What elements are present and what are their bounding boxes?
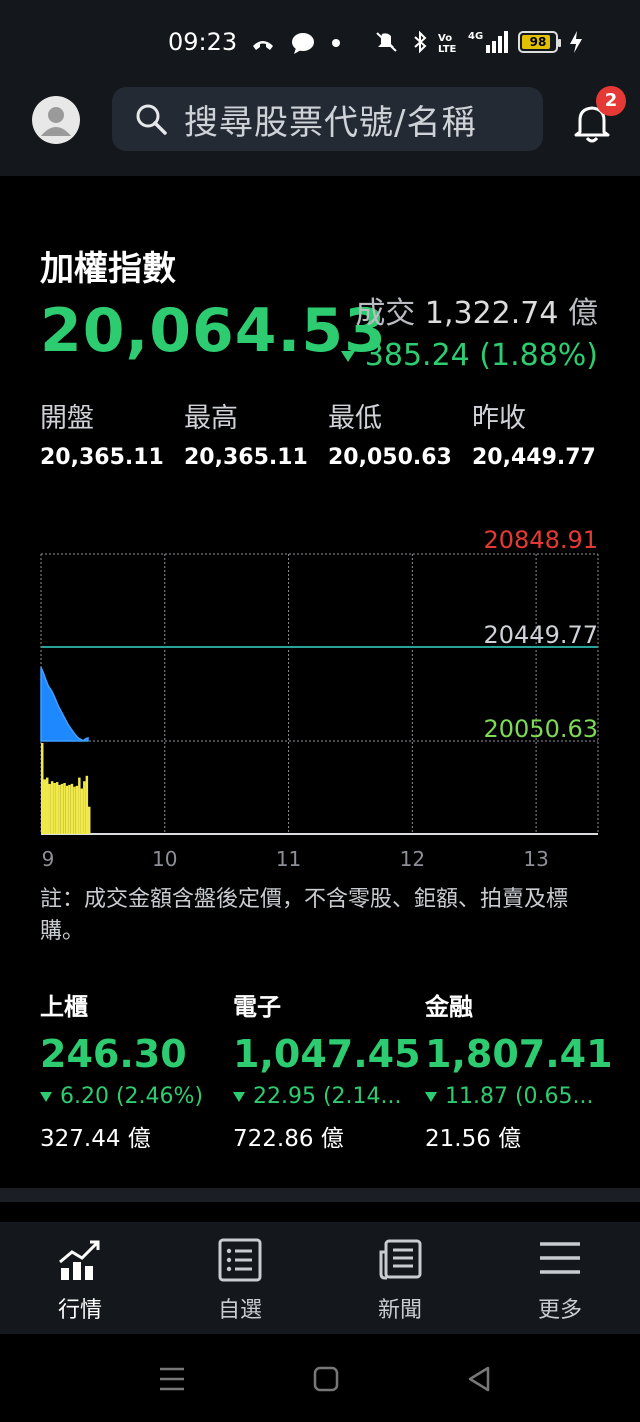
volume-bar	[41, 743, 44, 834]
price-area	[40, 667, 89, 742]
price-ref-label: 20449.77	[483, 621, 598, 649]
volume-bar	[58, 784, 61, 834]
volume-bar	[63, 783, 66, 834]
signal-4g-icon: 4G	[468, 31, 508, 53]
news-icon	[379, 1239, 422, 1280]
volume-bar	[80, 788, 84, 834]
chart-grid	[40, 553, 599, 835]
avatar[interactable]	[32, 96, 80, 144]
search-icon	[136, 104, 167, 135]
recents-icon[interactable]	[158, 1366, 186, 1392]
home-icon[interactable]	[313, 1366, 339, 1392]
user-icon	[41, 107, 71, 136]
search-placeholder: 搜尋股票代號/名稱	[184, 102, 477, 143]
chat-bubble-icon	[292, 33, 314, 54]
x-tick-label: 13	[523, 847, 548, 871]
index-value: 20,064.53	[40, 296, 387, 366]
battery-icon: 98	[518, 31, 561, 53]
volume-bar	[75, 785, 79, 834]
volume-bar	[70, 783, 74, 834]
volume-line: 成交 1,322.74 億	[355, 288, 598, 332]
chart-note: 註：成交金額含盤後定價，不含零股、鉅額、拍賣及標購。	[40, 887, 569, 944]
market-finance[interactable]: 金融 1,807.41 11.87 (0.65... 21.56 億	[425, 987, 613, 1153]
x-tick-label: 11	[276, 847, 301, 871]
status-time: 09:23	[168, 28, 238, 56]
nav-market[interactable]: 行情	[20, 1222, 140, 1334]
volume-label: 成交	[355, 296, 416, 331]
app-header: 搜尋股票代號/名稱 2	[0, 84, 640, 176]
volume-bar	[78, 777, 81, 834]
down-arrow-icon	[425, 1092, 437, 1102]
stat-low: 最低 20,050.63	[328, 403, 452, 470]
dot-icon	[332, 39, 340, 47]
intraday-chart[interactable]: 20848.91 20449.77 20050.63 9 10 11 12 13	[0, 520, 640, 880]
volume-bar	[43, 779, 46, 834]
down-arrow-icon	[40, 1092, 52, 1102]
section-divider	[0, 1188, 640, 1202]
volume-unit: 億	[568, 296, 598, 331]
call-icon	[253, 41, 273, 50]
volume-bar	[68, 784, 71, 834]
volume-bar	[65, 785, 69, 834]
svg-text:4G: 4G	[468, 31, 483, 42]
volume-bar	[85, 775, 89, 834]
price-lower-label: 20050.63	[483, 715, 598, 743]
market-electronics[interactable]: 電子 1,047.45 22.95 (2.14... 722.86 億	[233, 987, 421, 1153]
back-icon[interactable]	[466, 1365, 492, 1393]
stat-prev-close: 昨收 20,449.77	[472, 403, 596, 470]
volume-bar	[60, 783, 64, 834]
nav-watchlist[interactable]: 自選	[180, 1222, 300, 1334]
volte-icon: Vo LTE	[438, 33, 457, 54]
index-name: 加權指數	[40, 249, 176, 289]
x-tick-label: 12	[400, 847, 425, 871]
volume-bar	[83, 781, 86, 834]
status-system-icons: Vo LTE 4G 98	[372, 26, 584, 58]
volume-bar	[73, 786, 76, 834]
volume-bars	[41, 743, 91, 834]
x-tick-label: 9	[42, 847, 55, 871]
volume-bar	[46, 777, 49, 834]
volume-bar	[48, 783, 51, 834]
down-arrow-icon	[233, 1092, 245, 1102]
status-notification-icons	[250, 28, 342, 58]
system-nav-bar	[0, 1334, 640, 1422]
volume-value: 1,322.74	[424, 296, 559, 331]
volume-bar	[88, 806, 91, 834]
mute-icon	[376, 32, 397, 52]
chart-icon	[59, 1240, 100, 1280]
index-change: 385.24 (1.88%)	[364, 338, 598, 373]
market-otc[interactable]: 上櫃 246.30 6.20 (2.46%) 327.44 億	[40, 987, 220, 1153]
stat-high: 最高 20,365.11	[184, 403, 308, 470]
volume-bar	[55, 782, 59, 834]
stat-open: 開盤 20,365.11	[40, 403, 164, 470]
change-line: 385.24 (1.88%)	[340, 338, 598, 373]
volume-bar	[50, 781, 54, 834]
nav-more[interactable]: 更多	[500, 1222, 620, 1334]
notification-badge: 2	[596, 86, 626, 116]
nav-news[interactable]: 新聞	[340, 1222, 460, 1334]
bluetooth-icon	[414, 30, 427, 54]
svg-text:LTE: LTE	[438, 44, 457, 54]
down-arrow-icon	[340, 351, 355, 362]
x-tick-labels: 9 10 11 12 13	[42, 847, 549, 871]
menu-icon	[540, 1242, 580, 1274]
charging-icon	[570, 31, 582, 53]
status-bar: 09:23 Vo LTE 4G 98	[0, 0, 640, 84]
svg-text:Vo: Vo	[438, 33, 452, 44]
search-input[interactable]: 搜尋股票代號/名稱	[112, 87, 543, 151]
x-tick-label: 10	[152, 847, 177, 871]
bottom-nav: 行情 自選 新聞 更多	[0, 1222, 640, 1334]
volume-bar	[53, 783, 56, 834]
price-upper-label: 20848.91	[483, 526, 598, 554]
list-icon	[218, 1238, 262, 1282]
